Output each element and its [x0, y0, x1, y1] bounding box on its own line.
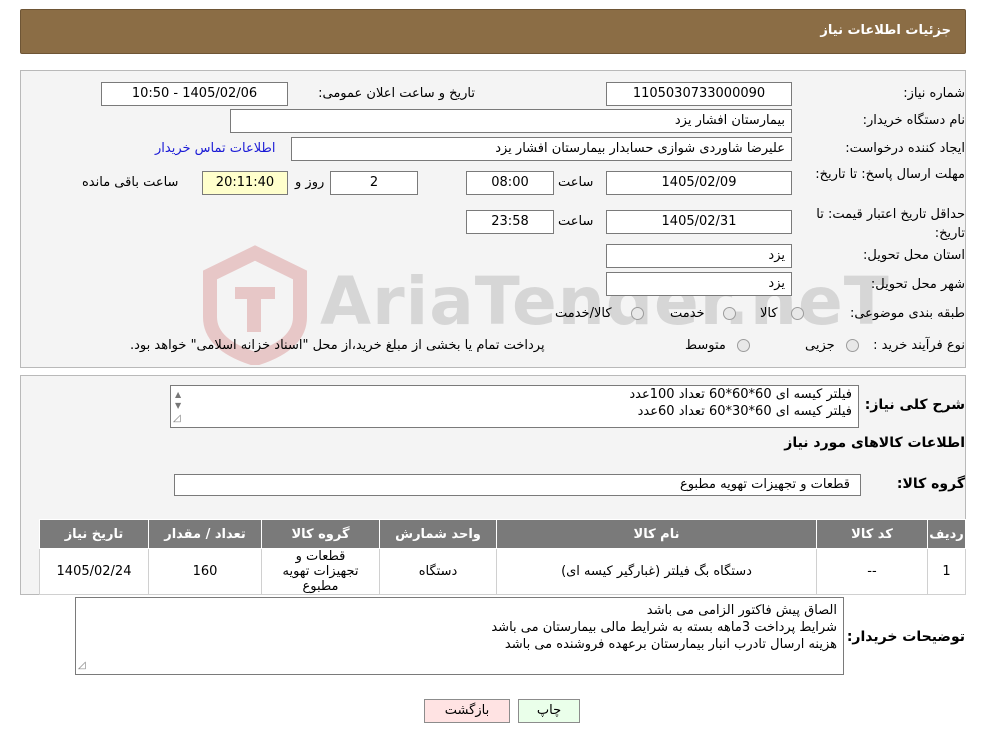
- category-radio-goods[interactable]: [791, 307, 804, 320]
- remaining-time-field: 20:11:40: [202, 171, 288, 195]
- requester-label: ایجاد کننده درخواست:: [845, 141, 965, 156]
- col-group-header: گروه کالا: [261, 519, 380, 549]
- reply-time-field: 08:00: [466, 171, 554, 195]
- goods-info-title: اطلاعات کالاهای مورد نیاز: [784, 435, 965, 451]
- city-field: یزد: [606, 272, 792, 296]
- resize-handle-icon[interactable]: ◿: [173, 410, 181, 427]
- reply-deadline-label: مهلت ارسال پاسخ: تا تاریخ:: [795, 165, 965, 184]
- goods-group-field: قطعات و تجهیزات تهویه مطبوع: [174, 474, 861, 496]
- buyer-org-label: نام دستگاه خریدار:: [862, 113, 965, 128]
- buyer-note-line-1: الصاق پیش فاکتور الزامی می باشد: [646, 603, 837, 618]
- category-radio-service[interactable]: [723, 307, 736, 320]
- page-title: جزئیات اطلاعات نیاز: [820, 23, 951, 38]
- validity-label: حداقل تاریخ اعتبار قیمت: تا تاریخ:: [795, 205, 965, 243]
- goods-group-label: گروه کالا:: [896, 476, 965, 492]
- cell-qty: 160: [148, 548, 262, 595]
- province-label: استان محل تحویل:: [863, 248, 965, 263]
- category-option-goods-service: کالا/خدمت: [555, 306, 612, 321]
- requester-field: علیرضا شاوردی شوازی حسابدار بیمارستان اف…: [291, 137, 792, 161]
- general-desc-label: شرح کلی نیاز:: [864, 397, 965, 413]
- col-code-header: کد کالا: [816, 519, 928, 549]
- need-number-field: 1105030733000090: [606, 82, 792, 106]
- category-radio-goods-service[interactable]: [631, 307, 644, 320]
- print-button[interactable]: چاپ: [518, 699, 580, 723]
- buyer-notes-textarea[interactable]: الصاق پیش فاکتور الزامی می باشد شرایط پر…: [75, 597, 844, 675]
- purchase-type-label: نوع فرآیند خرید :: [873, 338, 965, 353]
- need-number-label: شماره نیاز:: [903, 86, 965, 101]
- goods-table-header: ردیف کد کالا نام کالا واحد شمارش گروه کا…: [39, 519, 966, 549]
- table-row: 1 -- دستگاه بگ فیلتر (غبارگیر کیسه ای) د…: [39, 548, 966, 595]
- goods-table: ردیف کد کالا نام کالا واحد شمارش گروه کا…: [39, 519, 966, 595]
- purchase-radio-medium[interactable]: [737, 339, 750, 352]
- cell-code: --: [816, 548, 928, 595]
- general-desc-line-1: فیلتر کیسه ای 60*60*60 تعداد 100عدد: [629, 387, 852, 402]
- validity-date-field: 1405/02/31: [606, 210, 792, 234]
- announce-date-field: 1405/02/06 - 10:50: [101, 82, 288, 106]
- validity-text: حداقل تاریخ اعتبار قیمت: تا تاریخ:: [816, 207, 965, 241]
- cell-group: قطعات و تجهیزات تهویه مطبوع: [261, 548, 380, 595]
- purchase-note: پرداخت تمام یا بخشی از مبلغ خرید،از محل …: [130, 338, 545, 353]
- buyer-notes-label: توضیحات خریدار:: [846, 629, 965, 645]
- category-label: طبقه بندی موضوعی:: [849, 306, 965, 321]
- general-desc-textarea[interactable]: فیلتر کیسه ای 60*60*60 تعداد 100عدد فیلت…: [170, 385, 859, 428]
- col-unit-header: واحد شمارش: [379, 519, 497, 549]
- col-date-header: تاریخ نیاز: [39, 519, 149, 549]
- cell-name: دستگاه بگ فیلتر (غبارگیر کیسه ای): [496, 548, 817, 595]
- category-option-goods: کالا: [760, 306, 778, 321]
- validity-time-label: ساعت: [558, 214, 594, 229]
- purchase-option-medium: متوسط: [685, 338, 726, 353]
- reply-deadline-text: مهلت ارسال پاسخ: تا تاریخ:: [815, 167, 965, 182]
- city-label: شهر محل تحویل:: [870, 277, 965, 292]
- purchase-option-minor: جزیی: [805, 338, 835, 353]
- cell-unit: دستگاه: [379, 548, 497, 595]
- cell-row: 1: [927, 548, 966, 595]
- cell-date: 1405/02/24: [39, 548, 149, 595]
- days-label: روز و: [295, 175, 325, 190]
- general-desc-line-2: فیلتر کیسه ای 60*30*60 تعداد 60عدد: [637, 404, 852, 419]
- announce-date-label: تاریخ و ساعت اعلان عمومی:: [318, 86, 475, 101]
- buyer-note-line-2: شرایط پرداخت 3ماهه بسته به شرایط مالی بی…: [491, 620, 837, 635]
- col-name-header: نام کالا: [496, 519, 817, 549]
- category-option-service: خدمت: [670, 306, 705, 321]
- page-header: جزئیات اطلاعات نیاز: [20, 9, 966, 54]
- buyer-contact-link[interactable]: اطلاعات تماس خریدار: [155, 141, 275, 156]
- buyer-note-line-3: هزینه ارسال تادرب انبار بیمارستان برعهده…: [504, 637, 837, 652]
- reply-date-field: 1405/02/09: [606, 171, 792, 195]
- col-qty-header: تعداد / مقدار: [148, 519, 262, 549]
- validity-time-field: 23:58: [466, 210, 554, 234]
- days-field: 2: [330, 171, 418, 195]
- reply-time-label: ساعت: [558, 175, 594, 190]
- buyer-org-field: بیمارستان افشار یزد: [230, 109, 792, 133]
- watermark-text: AriaTender.neT: [320, 263, 890, 340]
- province-field: یزد: [606, 244, 792, 268]
- resize-handle-icon[interactable]: ◿: [78, 657, 86, 674]
- remaining-time-label: ساعت باقی مانده: [82, 175, 179, 190]
- purchase-radio-minor[interactable]: [846, 339, 859, 352]
- back-button[interactable]: بازگشت: [424, 699, 510, 723]
- col-row-header: ردیف: [927, 519, 966, 549]
